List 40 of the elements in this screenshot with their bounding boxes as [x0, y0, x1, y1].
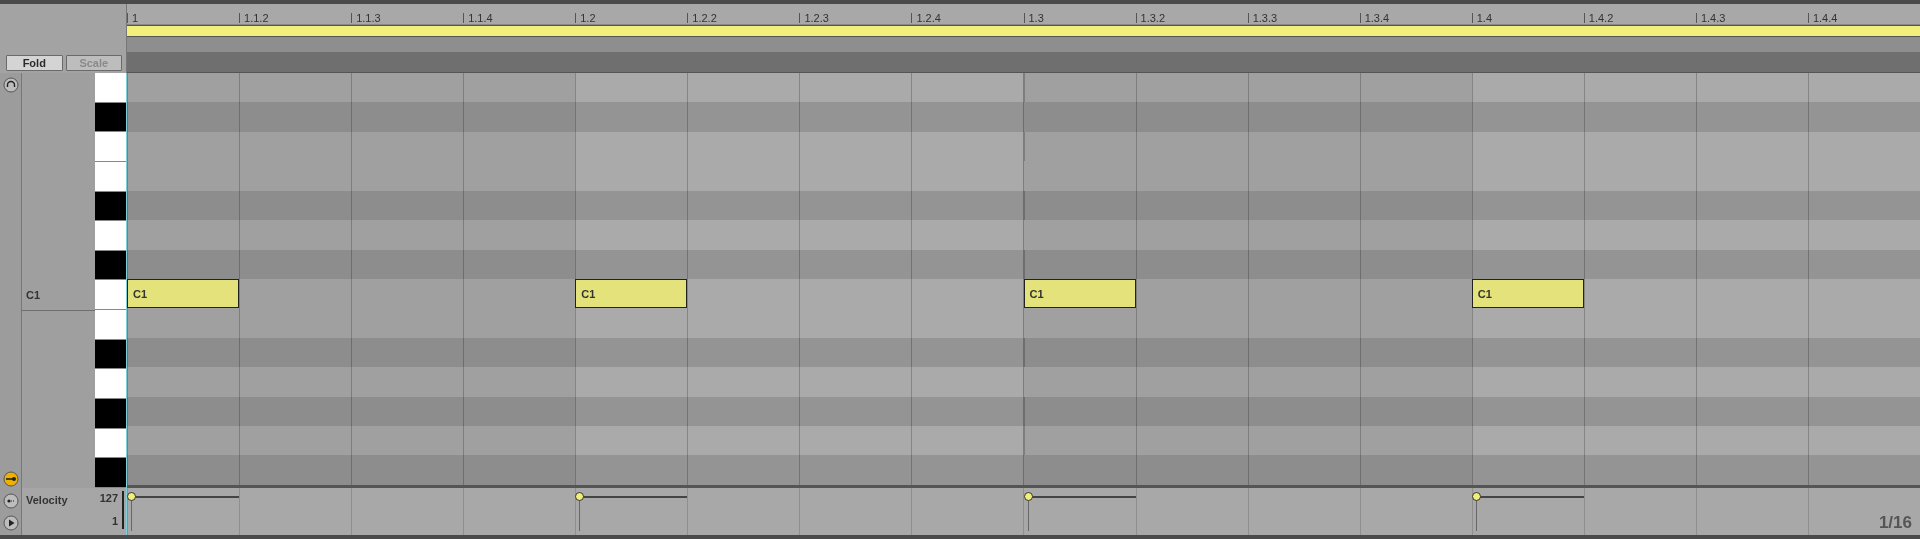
ruler-label: 1.1.3 — [351, 13, 381, 23]
note-name: C1 — [25, 288, 41, 301]
piano-key[interactable] — [95, 339, 126, 370]
ruler-label: 1.3.4 — [1359, 13, 1390, 23]
velocity-scale: 127 1 — [99, 491, 124, 529]
ruler-label: 1.2.2 — [687, 13, 717, 23]
piano-key[interactable] — [95, 191, 126, 222]
ruler-label: 1.3 — [1023, 13, 1044, 23]
ruler-label: 1.2.3 — [799, 13, 829, 23]
ruler-label: 1.3.3 — [1247, 13, 1278, 23]
ruler-label: 1 — [127, 13, 139, 23]
piano-key[interactable] — [95, 428, 126, 459]
midi-note[interactable]: C1 — [1471, 279, 1584, 309]
loop-bar[interactable] — [127, 25, 1920, 37]
time-ruler[interactable]: 1 1.1.2 1.1.3 1.1.4 1.2 1.2.2 1.2.3 1.2.4 1.3 1.3.2 1.3.3 1.3.4 1.4 1.4.2 1.4.3 1.4.4 — [127, 4, 1920, 25]
ruler-label: 1.1.4 — [463, 13, 493, 23]
ruler-label: 1.2.4 — [911, 13, 941, 23]
piano-key[interactable] — [95, 458, 126, 488]
midi-note[interactable]: C1 — [127, 279, 240, 309]
ruler-label: 1.2 — [575, 13, 596, 23]
piano-key[interactable] — [95, 399, 126, 429]
play-icon[interactable] — [2, 515, 19, 531]
fold-button[interactable]: Fold — [6, 54, 63, 71]
ruler-label: 1.1.2 — [239, 13, 269, 23]
pin-icon[interactable] — [2, 471, 19, 487]
ruler-label: 1.3.2 — [1135, 13, 1166, 23]
ruler-label: 1.4 — [1471, 13, 1493, 23]
ruler-label: 1.4.4 — [1807, 13, 1838, 23]
piano-key[interactable] — [95, 369, 126, 400]
note-grid[interactable]: C1 C1 C1 C1 — [127, 73, 1920, 488]
lane-icon[interactable] — [2, 493, 19, 509]
grid-size: 1/16 — [1878, 513, 1912, 533]
midi-note[interactable]: C1 — [1023, 279, 1136, 309]
ruler-label: 1.4.2 — [1583, 13, 1614, 23]
velocity-label: Velocity — [25, 493, 68, 508]
ruler-label: 1.4.3 — [1695, 13, 1726, 23]
midi-note[interactable]: C1 — [575, 279, 688, 309]
piano-key[interactable] — [95, 102, 126, 133]
piano-key[interactable] — [95, 250, 126, 281]
headphones-icon[interactable] — [2, 77, 19, 93]
